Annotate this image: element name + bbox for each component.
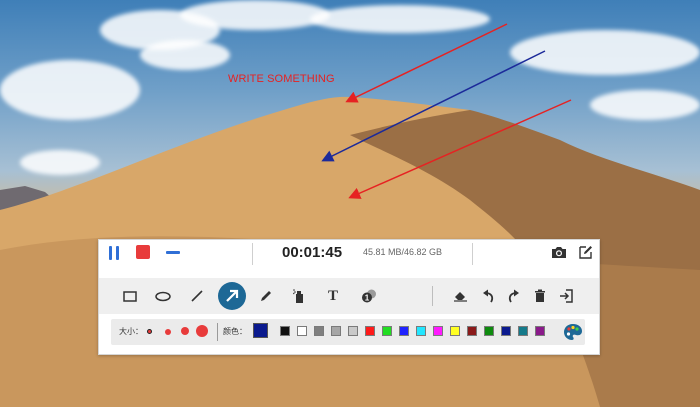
- color-swatch[interactable]: [484, 326, 494, 336]
- recording-controls-row: 00:01:45 45.81 MB/46.82 GB: [99, 240, 599, 270]
- text-glyph: T: [327, 287, 338, 304]
- undo-icon[interactable]: [477, 285, 499, 307]
- arrow-tool-icon[interactable]: [218, 282, 246, 310]
- color-swatch[interactable]: [399, 326, 409, 336]
- color-swatch[interactable]: [433, 326, 443, 336]
- recorder-toolbar: 00:01:45 45.81 MB/46.82 GB T 1 大小： 颜色：: [98, 239, 600, 355]
- stop-icon[interactable]: [136, 245, 150, 259]
- spray-tool-icon[interactable]: [288, 285, 310, 307]
- color-swatch[interactable]: [331, 326, 341, 336]
- redo-icon[interactable]: [503, 285, 525, 307]
- number-marker-tool-icon[interactable]: 1: [358, 285, 380, 307]
- divider: [252, 243, 253, 265]
- size-l-option[interactable]: [196, 325, 208, 337]
- color-swatch[interactable]: [467, 326, 477, 336]
- exit-icon[interactable]: [555, 285, 577, 307]
- color-swatch[interactable]: [348, 326, 358, 336]
- eraser-tool-icon[interactable]: [449, 285, 471, 307]
- divider: [432, 286, 433, 306]
- ellipse-tool-icon[interactable]: [152, 285, 174, 307]
- color-swatch[interactable]: [450, 326, 460, 336]
- palette-icon[interactable]: [563, 322, 583, 342]
- color-swatch[interactable]: [314, 326, 324, 336]
- svg-text:1: 1: [365, 294, 370, 303]
- recording-timer: 00:01:45: [282, 244, 343, 261]
- size-xs-option[interactable]: [147, 329, 152, 334]
- color-swatch[interactable]: [535, 326, 545, 336]
- pause-icon[interactable]: [109, 246, 119, 260]
- text-tool-icon[interactable]: T: [322, 285, 344, 307]
- size-s-option[interactable]: [165, 329, 171, 335]
- color-swatch[interactable]: [501, 326, 511, 336]
- color-swatch[interactable]: [518, 326, 528, 336]
- blue-arrow: [321, 50, 546, 162]
- color-swatch[interactable]: [297, 326, 307, 336]
- color-swatch[interactable]: [382, 326, 392, 336]
- divider: [217, 323, 218, 341]
- size-label: 大小：: [119, 327, 143, 336]
- red-arrow-bottom: [348, 99, 572, 199]
- line-tool-icon[interactable]: [186, 285, 208, 307]
- delete-icon[interactable]: [529, 285, 551, 307]
- color-swatch[interactable]: [416, 326, 426, 336]
- color-swatch[interactable]: [365, 326, 375, 336]
- rectangle-tool-icon[interactable]: [119, 285, 141, 307]
- size-m-option[interactable]: [181, 327, 189, 335]
- color-label: 颜色：: [223, 327, 247, 336]
- red-arrow-top: [345, 23, 508, 103]
- drawing-tools-row: T 1: [99, 278, 599, 314]
- minimize-icon[interactable]: [166, 251, 180, 254]
- edit-icon[interactable]: [577, 244, 595, 260]
- color-swatch[interactable]: [280, 326, 290, 336]
- storage-usage: 45.81 MB/46.82 GB: [363, 247, 443, 257]
- size-color-row: 大小： 颜色：: [111, 319, 585, 345]
- current-color-swatch[interactable]: [253, 323, 268, 338]
- pencil-tool-icon[interactable]: [255, 285, 277, 307]
- camera-icon[interactable]: [550, 244, 568, 260]
- divider: [472, 243, 473, 265]
